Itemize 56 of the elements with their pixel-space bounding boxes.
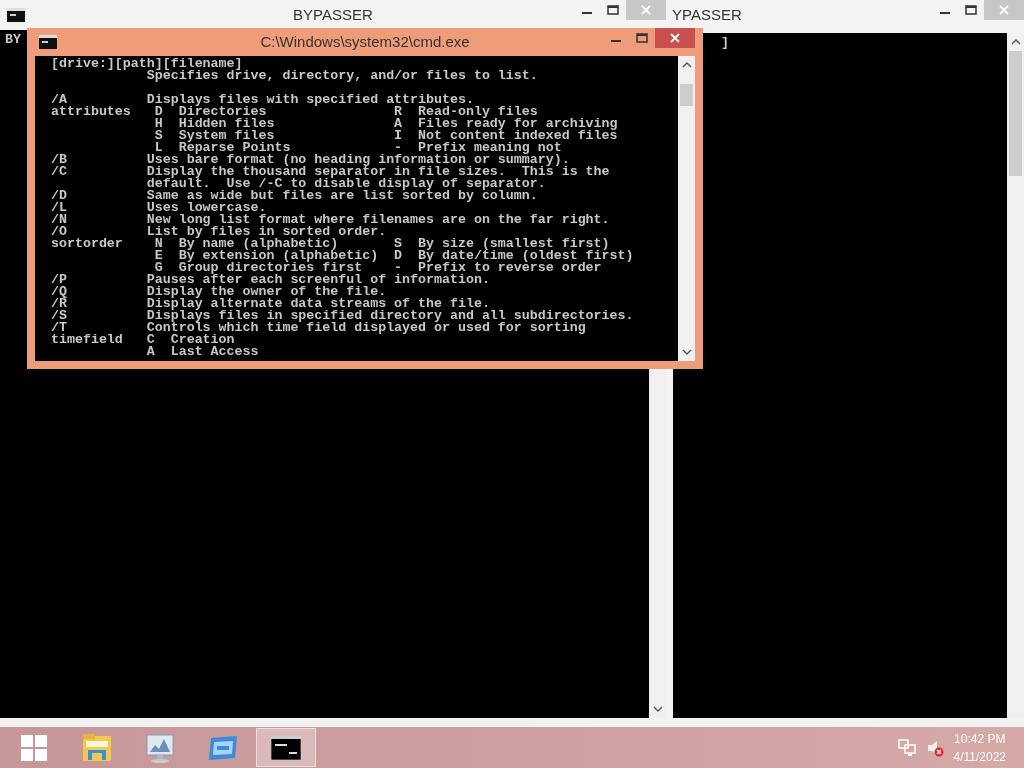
console-line: E By extension (alphabetic) D By date/time (oldest first) xyxy=(153,250,634,262)
scroll-up-icon[interactable] xyxy=(1010,39,1021,45)
folder-icon xyxy=(82,732,112,763)
console-line: sortorder N By name (alphabetic) S By size (smallest first) xyxy=(51,238,610,250)
console-line: default. Use /-C to disable display of separator. xyxy=(145,178,546,190)
window-icon xyxy=(207,733,239,762)
console-line: /N New long list format where filenames are on the far right. xyxy=(51,214,610,226)
console-line: timefield C Creation xyxy=(51,334,235,346)
close-icon xyxy=(670,33,680,43)
console-line: H Hidden files A Files ready for archiving xyxy=(153,118,618,130)
console-line: [drive:][path][filename] xyxy=(51,58,243,70)
console-line: BY xyxy=(5,34,21,46)
console-icon xyxy=(7,8,25,22)
window-title: C:\Windows\system32\cmd.exe xyxy=(260,31,470,52)
console-icon xyxy=(271,735,301,760)
window-title: YPASSER xyxy=(672,4,742,25)
console-line: /P Pauses after each screenful of information. xyxy=(51,274,490,286)
close-icon xyxy=(999,5,1009,15)
clock[interactable]: 10:42 PM 4/11/2022 xyxy=(953,729,1006,766)
close-icon xyxy=(641,5,651,15)
scroll-up-icon[interactable] xyxy=(681,62,692,68)
console-line: /T Controls which time field displayed or used for sorting xyxy=(51,322,586,334)
scroll-down-icon[interactable] xyxy=(681,349,692,355)
maximize-icon xyxy=(607,5,619,15)
console-line: /C Display the thousand separator in file sizes. This is the xyxy=(51,166,610,178)
maximize-icon xyxy=(965,5,977,15)
window-title: BYPASSER xyxy=(293,4,373,25)
console-line: /D Same as wide but files are list sorted by column. xyxy=(51,190,538,202)
scroll-thumb[interactable] xyxy=(1009,51,1022,176)
console-line: A Last Access xyxy=(145,346,259,358)
minimize-icon xyxy=(582,12,592,14)
scroll-down-icon[interactable] xyxy=(652,706,663,712)
console-line: attributes D Directories R Read-only files xyxy=(51,106,538,118)
console-line: Specifies drive, directory, and/or files to list. xyxy=(146,70,538,82)
console-line: /S Displays files in specified directory and all subdirectories. xyxy=(51,310,634,322)
taskbar-button[interactable] xyxy=(256,728,316,767)
console-line: /R Display alternate data streams of the file. xyxy=(51,298,490,310)
start-icon xyxy=(21,734,47,761)
console-line: L Reparse Points - Prefix meaning not xyxy=(154,142,562,154)
speaker-muted-icon[interactable] xyxy=(925,738,944,757)
close-button[interactable] xyxy=(655,28,695,48)
network-icon[interactable] xyxy=(897,738,916,757)
scroll-thumb[interactable] xyxy=(680,84,693,106)
minimize-icon xyxy=(940,12,950,14)
console-line: G Group directories first - Prefix to reverse order xyxy=(154,262,602,274)
console-line: /B Uses bare format (no heading information or summary). xyxy=(51,154,570,166)
console-line: S System files I Not content indexed files xyxy=(153,130,618,142)
console-line: /O List by files in sorted order. xyxy=(51,226,387,238)
console-line: /A Displays files with specified attributes. xyxy=(51,94,474,106)
minimize-icon xyxy=(611,40,621,42)
monitor-icon xyxy=(145,732,175,763)
maximize-icon xyxy=(636,33,648,43)
console-line: /Q Display the owner of the file. xyxy=(51,286,387,298)
console-icon xyxy=(39,35,57,49)
console-line: ] xyxy=(721,37,729,49)
console-line: /L Uses lowercase. xyxy=(51,202,267,214)
